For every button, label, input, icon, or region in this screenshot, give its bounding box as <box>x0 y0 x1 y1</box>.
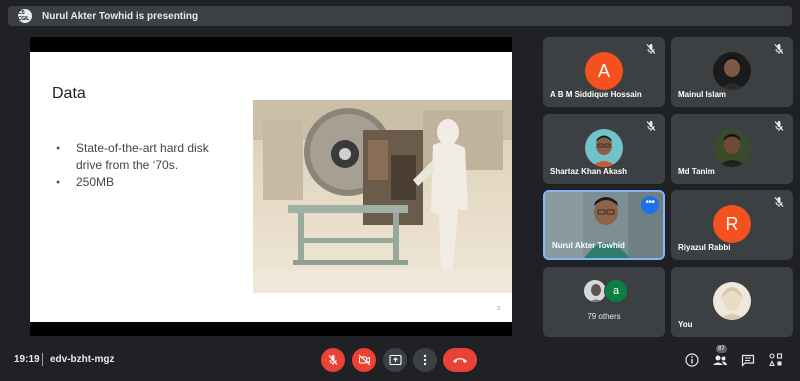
presenting-text: Nurul Akter Towhid is presenting <box>42 10 199 22</box>
control-bar: 19:19 edv-bzht-mgz 87 <box>0 340 800 381</box>
participant-name: You <box>678 320 693 329</box>
info-icon <box>685 353 699 367</box>
camera-toggle-button[interactable] <box>352 348 376 372</box>
slide-bullet: State-of-the-art hard disk drive from th… <box>56 140 236 174</box>
participant-name: A B M Siddique Hossain <box>550 90 642 99</box>
others-tile[interactable]: a 79 others <box>543 267 665 337</box>
mic-off-icon <box>328 355 338 365</box>
people-button[interactable]: 87 <box>712 345 728 368</box>
mic-off-icon <box>774 121 784 131</box>
meeting-code: edv-bzht-mgz <box>50 354 115 365</box>
presentation-stage[interactable]: Data State-of-the-art hard disk drive fr… <box>30 37 512 336</box>
hang-up-icon <box>453 358 467 363</box>
presenter-logo-icon: CS CGIL <box>18 9 32 23</box>
present-screen-button[interactable] <box>383 348 407 372</box>
participant-tile[interactable]: A A B M Siddique Hossain <box>543 37 665 107</box>
mic-off-icon <box>646 121 656 131</box>
activities-button[interactable] <box>768 352 784 368</box>
hard-disk-photo <box>253 100 512 293</box>
chat-icon <box>741 354 755 367</box>
participant-name: Md Tanim <box>678 167 715 176</box>
participant-tile[interactable]: Mainul Islam <box>671 37 793 107</box>
presenting-banner: CS CGIL Nurul Akter Towhid is presenting <box>8 6 792 26</box>
others-avatars: a <box>583 279 633 303</box>
participant-tile[interactable]: R Riyazul Rabbi <box>671 190 793 260</box>
slide-title: Data <box>52 85 86 102</box>
chat-button[interactable] <box>740 352 756 368</box>
avatar <box>713 282 751 320</box>
divider <box>42 353 43 366</box>
mic-toggle-button[interactable] <box>321 348 345 372</box>
slide-page-number: 3 <box>497 306 500 312</box>
slide-bullet: 250MB <box>56 174 236 191</box>
leave-call-button[interactable] <box>443 348 477 372</box>
more-options-icon[interactable]: ••• <box>641 196 659 214</box>
participant-name: Riyazul Rabbi <box>678 243 731 252</box>
others-count: 79 others <box>587 312 621 321</box>
participant-tile[interactable]: Shartaz Khan Akash <box>543 114 665 184</box>
camera-off-icon <box>358 354 370 366</box>
people-count-badge: 87 <box>716 345 727 353</box>
self-tile[interactable]: You <box>671 267 793 337</box>
avatar: R <box>713 205 751 243</box>
more-options-button[interactable] <box>413 348 437 372</box>
more-vert-icon <box>423 354 427 366</box>
people-icon <box>713 355 727 365</box>
participant-tile-presenter[interactable]: ••• Nurul Akter Towhid <box>543 190 665 260</box>
slide-bullets: State-of-the-art hard disk drive from th… <box>56 140 236 191</box>
participant-name: Shartaz Khan Akash <box>550 167 628 176</box>
avatar: a <box>604 279 628 303</box>
activities-icon <box>769 353 783 367</box>
meeting-time: 19:19 <box>14 354 40 365</box>
avatar <box>713 129 751 167</box>
participant-tile[interactable]: Md Tanim <box>671 114 793 184</box>
avatar <box>585 129 623 167</box>
avatar <box>713 52 751 90</box>
mic-off-icon <box>646 44 656 54</box>
mic-off-icon <box>774 197 784 207</box>
participant-name: Nurul Akter Towhid <box>552 241 625 250</box>
slide: Data State-of-the-art hard disk drive fr… <box>30 52 512 322</box>
participant-name: Mainul Islam <box>678 90 727 99</box>
avatar: A <box>585 52 623 90</box>
meeting-details-button[interactable] <box>684 352 700 368</box>
present-icon <box>388 354 402 366</box>
mic-off-icon <box>774 44 784 54</box>
